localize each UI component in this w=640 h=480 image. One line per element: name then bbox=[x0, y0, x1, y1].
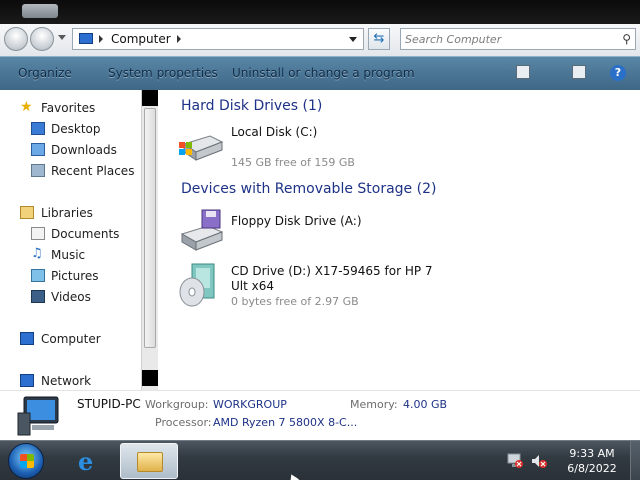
command-bar: Organize System properties Uninstall or … bbox=[0, 56, 640, 90]
start-button[interactable] bbox=[8, 443, 44, 479]
forward-button[interactable] bbox=[30, 27, 54, 51]
network-icon bbox=[20, 374, 34, 387]
nav-libraries[interactable]: Libraries bbox=[0, 203, 140, 223]
back-button[interactable] bbox=[4, 27, 28, 51]
recent-pages-dropdown-icon[interactable] bbox=[58, 35, 66, 40]
processor-value: AMD Ryzen 7 5800X 8-C... bbox=[213, 416, 358, 429]
cd-drive-icon bbox=[179, 263, 215, 307]
windows-logo-icon bbox=[20, 454, 34, 468]
group-hard-disk-drives[interactable]: Hard Disk Drives (1) bbox=[181, 98, 322, 114]
system-clock[interactable]: 9:33 AM 6/8/2022 bbox=[560, 446, 624, 476]
help-icon[interactable]: ? bbox=[610, 65, 626, 81]
nav-music[interactable]: ♫ Music bbox=[0, 245, 140, 265]
internet-explorer-icon: e bbox=[78, 447, 94, 476]
videos-icon bbox=[31, 290, 45, 303]
pc-name: STUPID-PC bbox=[77, 397, 141, 411]
search-icon[interactable]: ⚲ bbox=[622, 32, 631, 46]
nav-favorites[interactable]: ★ Favorites bbox=[0, 98, 140, 118]
scroll-thumb[interactable] bbox=[144, 108, 156, 348]
view-options-icon[interactable] bbox=[516, 65, 530, 79]
pictures-icon bbox=[31, 269, 45, 282]
nav-computer[interactable]: Computer bbox=[0, 329, 140, 349]
taskbar: e 9:33 AM 6/8/2022 bbox=[0, 440, 640, 480]
nav-pictures[interactable]: Pictures bbox=[0, 266, 140, 286]
network-tray-icon[interactable] bbox=[506, 453, 524, 469]
address-dropdown-icon[interactable] bbox=[349, 37, 357, 42]
preview-pane-icon[interactable] bbox=[572, 65, 586, 79]
search-input[interactable] bbox=[405, 31, 605, 47]
processor-label: Processor: bbox=[155, 416, 212, 429]
computer-icon bbox=[17, 396, 59, 436]
workgroup-label: Workgroup: bbox=[145, 398, 209, 411]
nav-network[interactable]: Network bbox=[0, 371, 140, 390]
drive-name-line1: CD Drive (D:) X17-59465 for HP 7 bbox=[231, 264, 433, 278]
recent-places-icon bbox=[31, 164, 45, 177]
content-pane: Hard Disk Drives (1) Local Disk (C:) 145… bbox=[158, 90, 640, 390]
uninstall-program-button[interactable]: Uninstall or change a program bbox=[232, 66, 415, 80]
clock-time: 9:33 AM bbox=[569, 447, 615, 460]
scroll-up-button[interactable] bbox=[142, 90, 158, 106]
documents-icon bbox=[31, 227, 45, 240]
navigation-pane: ★ Favorites Desktop Downloads Recent Pla… bbox=[0, 90, 158, 390]
show-desktop-button[interactable] bbox=[630, 441, 640, 480]
search-box[interactable]: ⚲ bbox=[400, 28, 636, 50]
star-icon: ★ bbox=[20, 99, 33, 115]
group-removable-storage[interactable]: Devices with Removable Storage (2) bbox=[181, 181, 436, 197]
system-properties-button[interactable]: System properties bbox=[108, 66, 218, 80]
hard-disk-icon bbox=[179, 135, 224, 161]
details-pane: STUPID-PC Workgroup: WORKGROUP Memory: 4… bbox=[0, 390, 640, 440]
music-icon: ♫ bbox=[31, 246, 43, 261]
navigation-bar: Computer ⇆ ⚲ bbox=[0, 24, 640, 56]
computer-icon bbox=[20, 332, 34, 345]
floppy-disk-icon bbox=[180, 209, 224, 251]
volume-tray-icon[interactable] bbox=[530, 453, 548, 469]
window-title-bar bbox=[0, 0, 640, 24]
computer-icon bbox=[79, 33, 93, 44]
refresh-button[interactable]: ⇆ bbox=[368, 28, 390, 50]
scroll-down-button[interactable] bbox=[142, 370, 158, 386]
libraries-icon bbox=[20, 206, 34, 219]
drive-free-space: 145 GB free of 159 GB bbox=[231, 156, 355, 169]
drive-name: Floppy Disk Drive (A:) bbox=[231, 214, 362, 228]
clock-date: 6/8/2022 bbox=[567, 462, 617, 475]
address-bar[interactable]: Computer bbox=[72, 28, 364, 50]
organize-button[interactable]: Organize bbox=[18, 66, 72, 80]
chevron-right-icon[interactable] bbox=[99, 35, 103, 43]
drive-name-line2: Ult x64 bbox=[231, 279, 275, 293]
folder-icon bbox=[137, 452, 163, 472]
recycle-bin-icon bbox=[22, 4, 58, 18]
workgroup-value: WORKGROUP bbox=[213, 398, 287, 411]
breadcrumb-computer[interactable]: Computer bbox=[111, 32, 171, 46]
memory-value: 4.00 GB bbox=[403, 398, 448, 411]
taskbar-windows-explorer[interactable] bbox=[120, 443, 178, 479]
drive-name: Local Disk (C:) bbox=[231, 125, 318, 139]
nav-videos[interactable]: Videos bbox=[0, 287, 140, 307]
downloads-icon bbox=[31, 143, 45, 156]
taskbar-internet-explorer[interactable]: e bbox=[62, 443, 120, 479]
memory-label: Memory: bbox=[350, 398, 398, 411]
chevron-right-icon[interactable] bbox=[177, 35, 181, 43]
nav-desktop[interactable]: Desktop bbox=[0, 119, 140, 139]
nav-documents[interactable]: Documents bbox=[0, 224, 140, 244]
nav-pane-scrollbar[interactable] bbox=[141, 90, 158, 390]
desktop-icon bbox=[31, 122, 45, 135]
nav-recent-places[interactable]: Recent Places bbox=[0, 161, 140, 181]
nav-downloads[interactable]: Downloads bbox=[0, 140, 140, 160]
drive-free-space: 0 bytes free of 2.97 GB bbox=[231, 295, 359, 308]
